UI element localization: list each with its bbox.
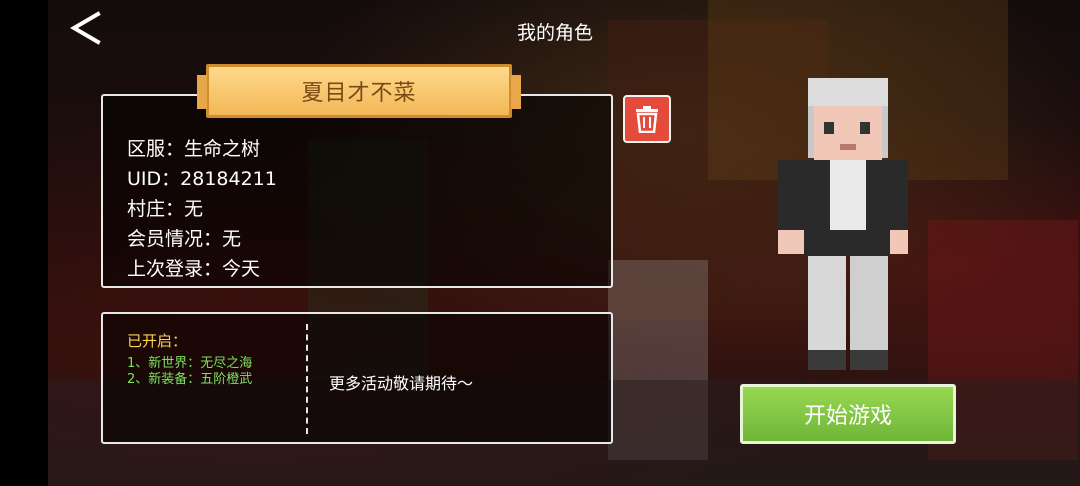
info-uid: UID：28184211 [127,168,277,190]
panel-divider [306,324,308,434]
character-info-panel: 区服：生命之树 UID：28184211 村庄：无 会员情况：无 上次登录：今天 [101,94,613,288]
info-membership: 会员情况：无 [127,228,242,250]
coming-soon-text: 更多活动敬请期待～ [329,374,474,393]
back-button[interactable] [68,10,104,46]
character-name: 夏目才不菜 [301,81,417,106]
info-last-login: 上次登录：今天 [127,258,261,280]
character-name-banner: 夏目才不菜 [197,64,521,118]
chevron-left-icon [70,11,101,45]
activity-item: 2、新装备：五阶橙武 [127,372,253,387]
page-title: 我的角色 [516,22,593,44]
info-server: 区服：生命之树 [127,138,261,160]
start-game-button[interactable]: 开始游戏 [740,384,956,444]
trash-icon [636,106,658,133]
info-village: 村庄：无 [127,198,204,220]
activities-panel: 已开启： 1、新世界：无尽之海 2、新装备：五阶橙武 更多活动敬请期待～ [101,312,613,444]
delete-character-button[interactable] [623,95,671,143]
character-avatar [768,78,918,378]
opened-label: 已开启： [127,332,188,350]
